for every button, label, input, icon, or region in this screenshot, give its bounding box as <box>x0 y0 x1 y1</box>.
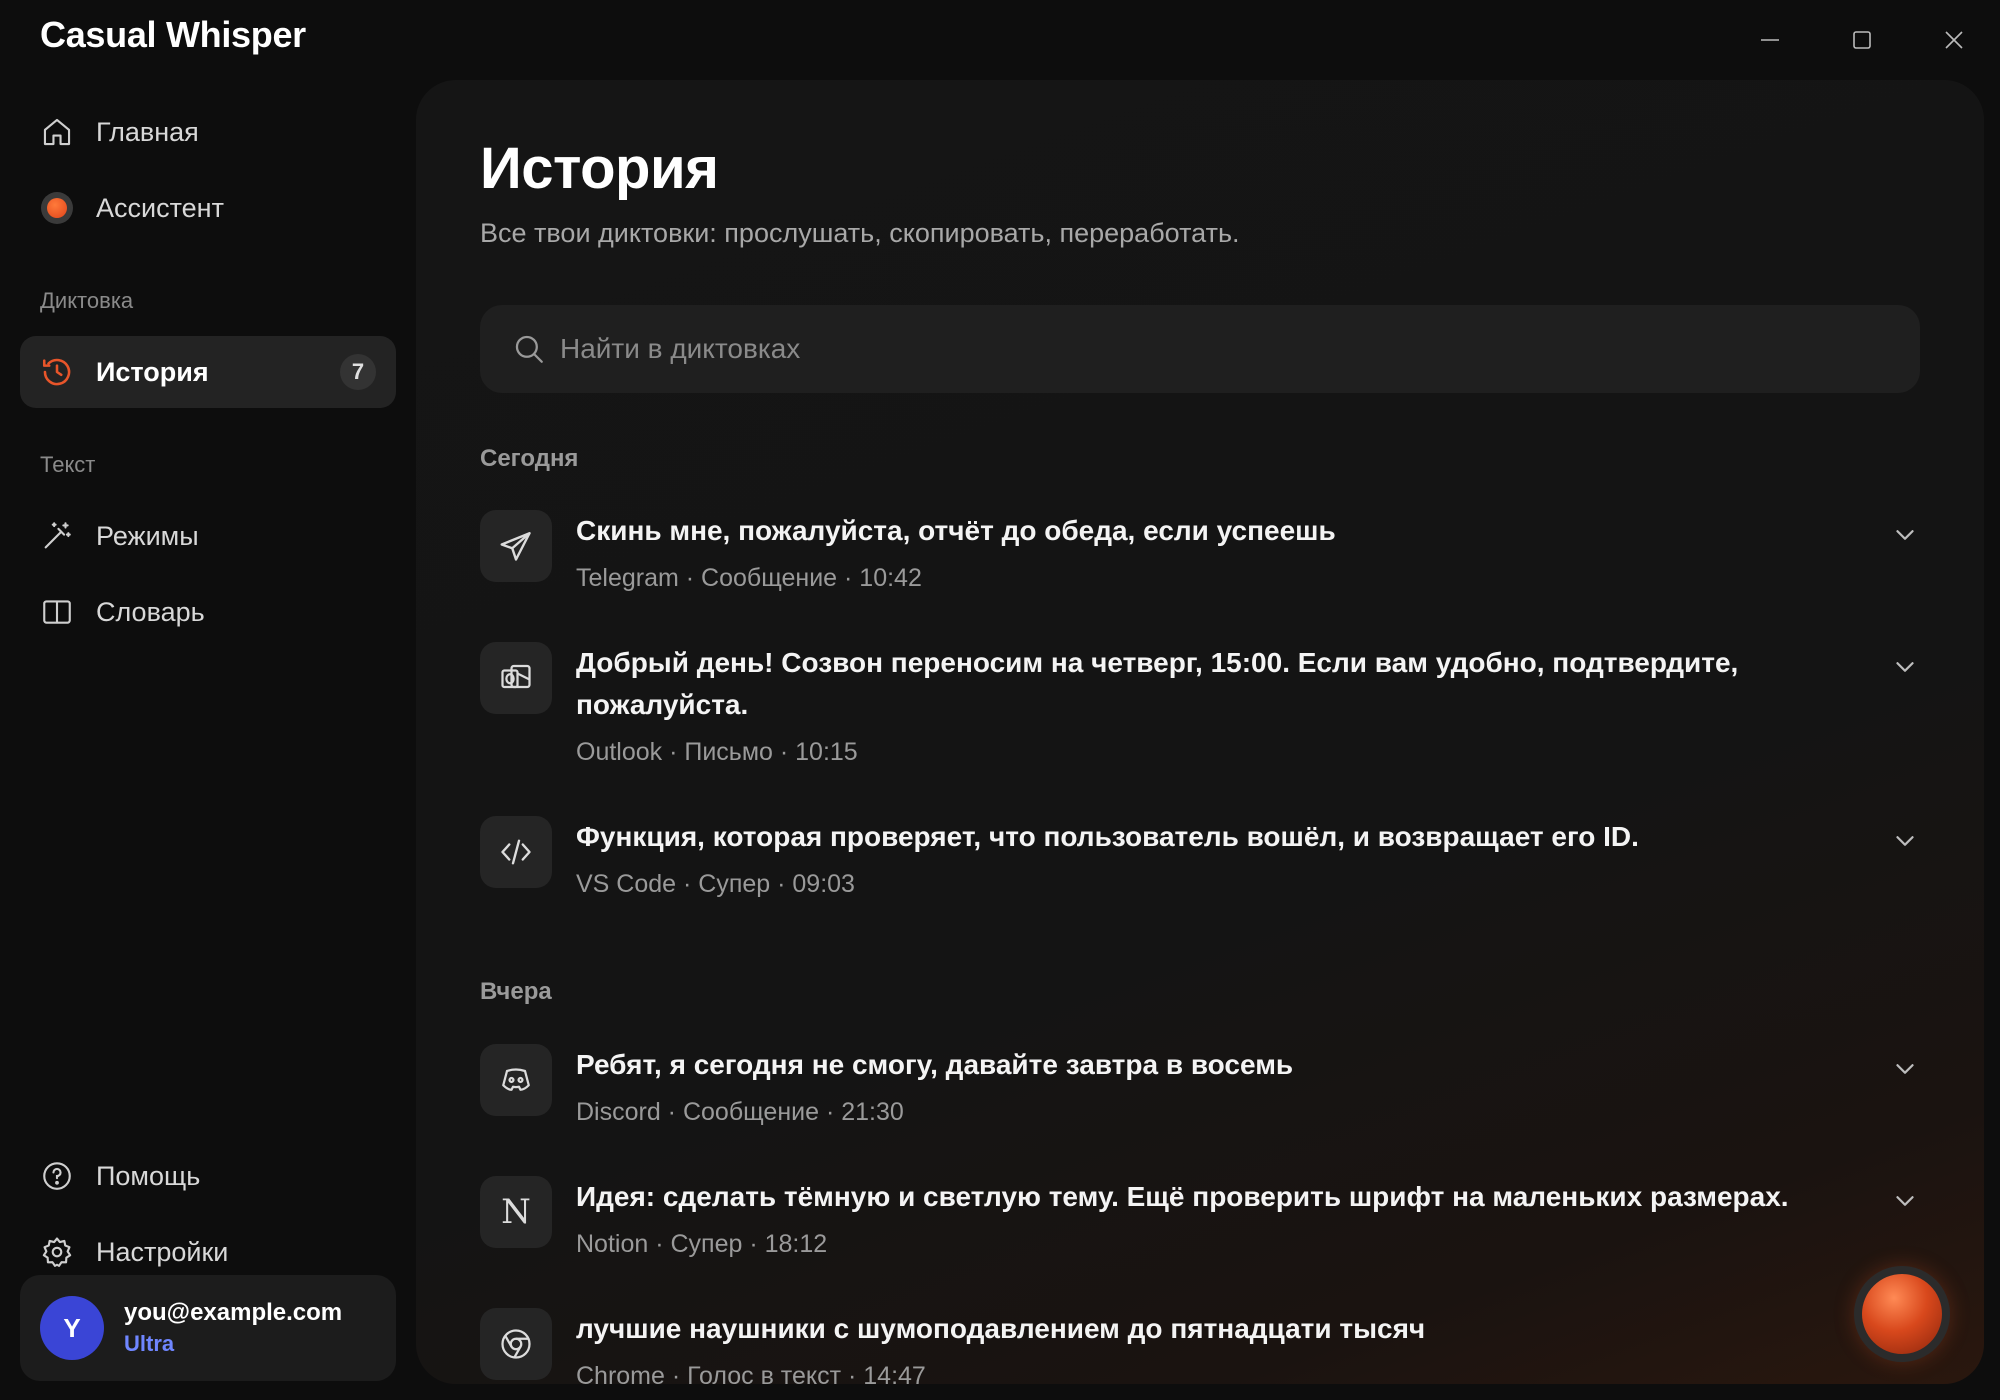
sidebar-item-home[interactable]: Главная <box>20 96 396 168</box>
gear-icon <box>38 1233 76 1271</box>
notion-glyph: N <box>501 1192 531 1232</box>
sidebar-item-label: Словарь <box>96 596 205 627</box>
entry-text: Ребят, я сегодня не смогу, давайте завтр… <box>576 1049 1294 1080</box>
close-icon <box>1945 31 1963 49</box>
user-email: you@example.com <box>124 1299 343 1326</box>
chevron-down-icon <box>1896 662 1914 672</box>
chevron-down-icon <box>1896 530 1914 540</box>
book-icon <box>38 593 76 631</box>
sidebar-item-label: История <box>96 356 209 387</box>
sidebar: Главная Ассистент Диктовка История 7 Тек… <box>0 80 415 1400</box>
code-icon <box>480 816 552 888</box>
window-controls <box>1724 0 2000 80</box>
entry-meta: Discord · Сообщение · 21:30 <box>576 1098 904 1126</box>
chrome-icon <box>480 1308 552 1380</box>
chevron-down-icon <box>1896 836 1914 846</box>
entry-text: лучшие наушники с шумоподавлением до пят… <box>576 1313 1426 1344</box>
app-title: Casual Whisper <box>40 14 306 55</box>
chevron-down-icon <box>1896 1196 1914 1206</box>
notion-icon: N <box>480 1176 552 1248</box>
entry-text: Идея: сделать тёмную и светлую тему. Ещё… <box>576 1181 1789 1212</box>
list-item[interactable]: N Идея: сделать тёмную и светлую тему. Е… <box>480 1176 1920 1276</box>
sidebar-item-label: Режимы <box>96 520 199 551</box>
orb-icon <box>1862 1274 1942 1354</box>
search-icon <box>515 335 543 363</box>
discord-icon <box>480 1044 552 1116</box>
outlook-icon <box>480 642 552 714</box>
user-plan-badge: Ultra <box>124 1331 175 1356</box>
search-input[interactable] <box>560 333 1860 365</box>
page-subtitle: Все твои диктовки: прослушать, скопирова… <box>480 218 1240 248</box>
search-bar[interactable] <box>480 305 1920 393</box>
app-window: Casual Whisper Главная Ассистент Диктовк… <box>0 0 2000 1400</box>
help-icon <box>38 1157 76 1195</box>
record-orb-button[interactable] <box>1854 1266 1950 1362</box>
entry-meta: VS Code · Супер · 09:03 <box>576 870 855 898</box>
home-icon <box>38 113 76 151</box>
main-panel: История Все твои диктовки: прослушать, с… <box>416 80 1984 1384</box>
section-label-text: Текст <box>40 452 96 477</box>
sidebar-item-label: Настройки <box>96 1236 229 1267</box>
chevron-down-icon <box>1896 1064 1914 1074</box>
entry-meta: Chrome · Голос в текст · 14:47 <box>576 1362 926 1384</box>
entry-text: Функция, которая проверяет, что пользова… <box>576 821 1639 852</box>
sidebar-item-modes[interactable]: Режимы <box>20 500 396 572</box>
telegram-icon <box>480 510 552 582</box>
sidebar-item-help[interactable]: Помощь <box>20 1140 396 1212</box>
maximize-icon <box>1853 31 1871 49</box>
sidebar-item-dictionary[interactable]: Словарь <box>20 576 396 648</box>
group-label-yesterday: Вчера <box>480 978 552 1005</box>
minimize-icon <box>1761 39 1779 41</box>
sidebar-item-label: Главная <box>96 116 199 147</box>
minimize-button[interactable] <box>1724 0 1816 80</box>
list-item[interactable]: Добрый день! Созвон переносим на четверг… <box>480 642 1920 782</box>
section-label-dictation: Диктовка <box>40 288 134 313</box>
user-account-card[interactable]: Y you@example.com Ultra <box>20 1275 396 1381</box>
page-title: История <box>480 136 719 201</box>
sidebar-item-label: Помощь <box>96 1160 201 1191</box>
expand-button[interactable] <box>1890 1186 1920 1216</box>
expand-button[interactable] <box>1890 520 1920 550</box>
expand-button[interactable] <box>1890 1054 1920 1084</box>
entry-text: Скинь мне, пожалуйста, отчёт до обеда, е… <box>576 515 1336 546</box>
group-label-today: Сегодня <box>480 445 579 472</box>
list-item[interactable]: Скинь мне, пожалуйста, отчёт до обеда, е… <box>480 510 1920 610</box>
sidebar-item-assistant[interactable]: Ассистент <box>20 172 396 244</box>
sidebar-item-label: Ассистент <box>96 192 224 223</box>
expand-button[interactable] <box>1890 652 1920 682</box>
list-item[interactable]: лучшие наушники с шумоподавлением до пят… <box>480 1308 1920 1384</box>
record-dot-icon <box>38 189 76 227</box>
expand-button[interactable] <box>1890 826 1920 856</box>
list-item[interactable]: Ребят, я сегодня не смогу, давайте завтр… <box>480 1044 1920 1144</box>
entry-text: Добрый день! Созвон переносим на четверг… <box>576 647 1739 720</box>
entry-meta: Notion · Супер · 18:12 <box>576 1230 828 1258</box>
close-button[interactable] <box>1908 0 2000 80</box>
magic-wand-icon <box>38 517 76 555</box>
history-icon <box>38 353 76 391</box>
maximize-button[interactable] <box>1816 0 1908 80</box>
avatar: Y <box>40 1296 104 1360</box>
sidebar-item-history[interactable]: История 7 <box>20 336 396 408</box>
history-count-badge: 7 <box>340 354 376 390</box>
entry-meta: Telegram · Сообщение · 10:42 <box>576 564 922 592</box>
list-item[interactable]: Функция, которая проверяет, что пользова… <box>480 816 1920 916</box>
entry-meta: Outlook · Письмо · 10:15 <box>576 738 858 766</box>
